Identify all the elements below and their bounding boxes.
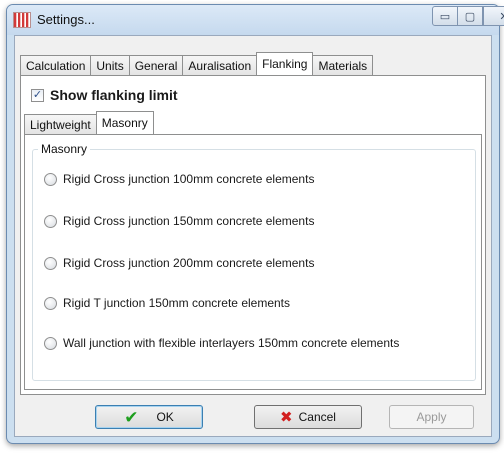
masonry-panel: Masonry Rigid Cross junction 100mm concr… — [24, 134, 482, 390]
main-tab-strip: Calculation Units General Auralisation F… — [20, 52, 374, 75]
show-flanking-limit-toggle[interactable]: ✓ Show flanking limit — [31, 87, 178, 103]
window-title: Settings... — [37, 12, 95, 27]
tab-materials[interactable]: Materials — [312, 55, 374, 75]
radio-label: Wall junction with flexible interlayers … — [63, 336, 400, 350]
tab-lightweight[interactable]: Lightweight — [24, 114, 97, 134]
masonry-groupbox: Masonry Rigid Cross junction 100mm concr… — [32, 142, 476, 381]
close-icon: ✕ — [499, 10, 504, 23]
maximize-button[interactable]: ▢ — [457, 6, 483, 26]
cancel-x-icon: ✖ — [280, 408, 293, 426]
sub-tab-strip: Lightweight Masonry — [24, 111, 154, 134]
radio-label: Rigid Cross junction 100mm concrete elem… — [63, 172, 315, 186]
flanking-panel: ✓ Show flanking limit Lightweight Masonr… — [20, 75, 486, 395]
title-bar[interactable]: Settings... ▭ ▢ ✕ — [7, 5, 504, 35]
radio-label: Rigid T junction 150mm concrete elements — [63, 296, 291, 310]
maximize-icon: ▢ — [464, 10, 476, 23]
tab-masonry[interactable]: Masonry — [95, 111, 154, 134]
radio-option-t-150[interactable]: Rigid T junction 150mm concrete elements — [44, 296, 290, 310]
dialog-body: Calculation Units General Auralisation F… — [14, 35, 492, 437]
radio-button[interactable] — [44, 296, 57, 310]
checkmark-icon: ✔ — [124, 407, 139, 427]
radio-label: Rigid Cross junction 150mm concrete elem… — [63, 214, 315, 228]
apply-label: Apply — [416, 410, 447, 424]
radio-button[interactable] — [44, 172, 57, 186]
radio-option-cross-100[interactable]: Rigid Cross junction 100mm concrete elem… — [44, 172, 314, 186]
close-button[interactable]: ✕ — [483, 6, 504, 26]
radio-button[interactable] — [44, 256, 57, 270]
show-flanking-limit-label: Show flanking limit — [50, 87, 178, 103]
ok-label: OK — [156, 410, 174, 424]
cancel-label: Cancel — [298, 410, 336, 424]
apply-button[interactable]: Apply — [389, 405, 474, 429]
radio-button[interactable] — [44, 214, 57, 228]
masonry-group-label: Masonry — [38, 142, 91, 156]
settings-window: Settings... ▭ ▢ ✕ Calculation Units Gene… — [6, 4, 504, 444]
radio-option-cross-200[interactable]: Rigid Cross junction 200mm concrete elem… — [44, 256, 314, 270]
minimize-button[interactable]: ▭ — [432, 6, 458, 26]
ok-button[interactable]: ✔ OK — [95, 405, 203, 429]
show-flanking-limit-checkbox[interactable]: ✓ — [31, 88, 44, 102]
tab-auralisation[interactable]: Auralisation — [182, 55, 258, 75]
check-icon: ✓ — [32, 88, 43, 101]
tab-flanking[interactable]: Flanking — [256, 52, 314, 75]
minimize-icon: ▭ — [439, 10, 451, 23]
tab-general[interactable]: General — [128, 55, 184, 75]
radio-button[interactable] — [44, 336, 57, 350]
radio-label: Rigid Cross junction 200mm concrete elem… — [63, 256, 315, 270]
cancel-button[interactable]: ✖ Cancel — [254, 405, 362, 429]
radio-option-flexible-150[interactable]: Wall junction with flexible interlayers … — [44, 336, 399, 350]
tab-calculation[interactable]: Calculation — [20, 55, 92, 75]
radio-option-cross-150[interactable]: Rigid Cross junction 150mm concrete elem… — [44, 214, 314, 228]
tab-units[interactable]: Units — [90, 55, 130, 75]
app-icon — [13, 12, 31, 28]
